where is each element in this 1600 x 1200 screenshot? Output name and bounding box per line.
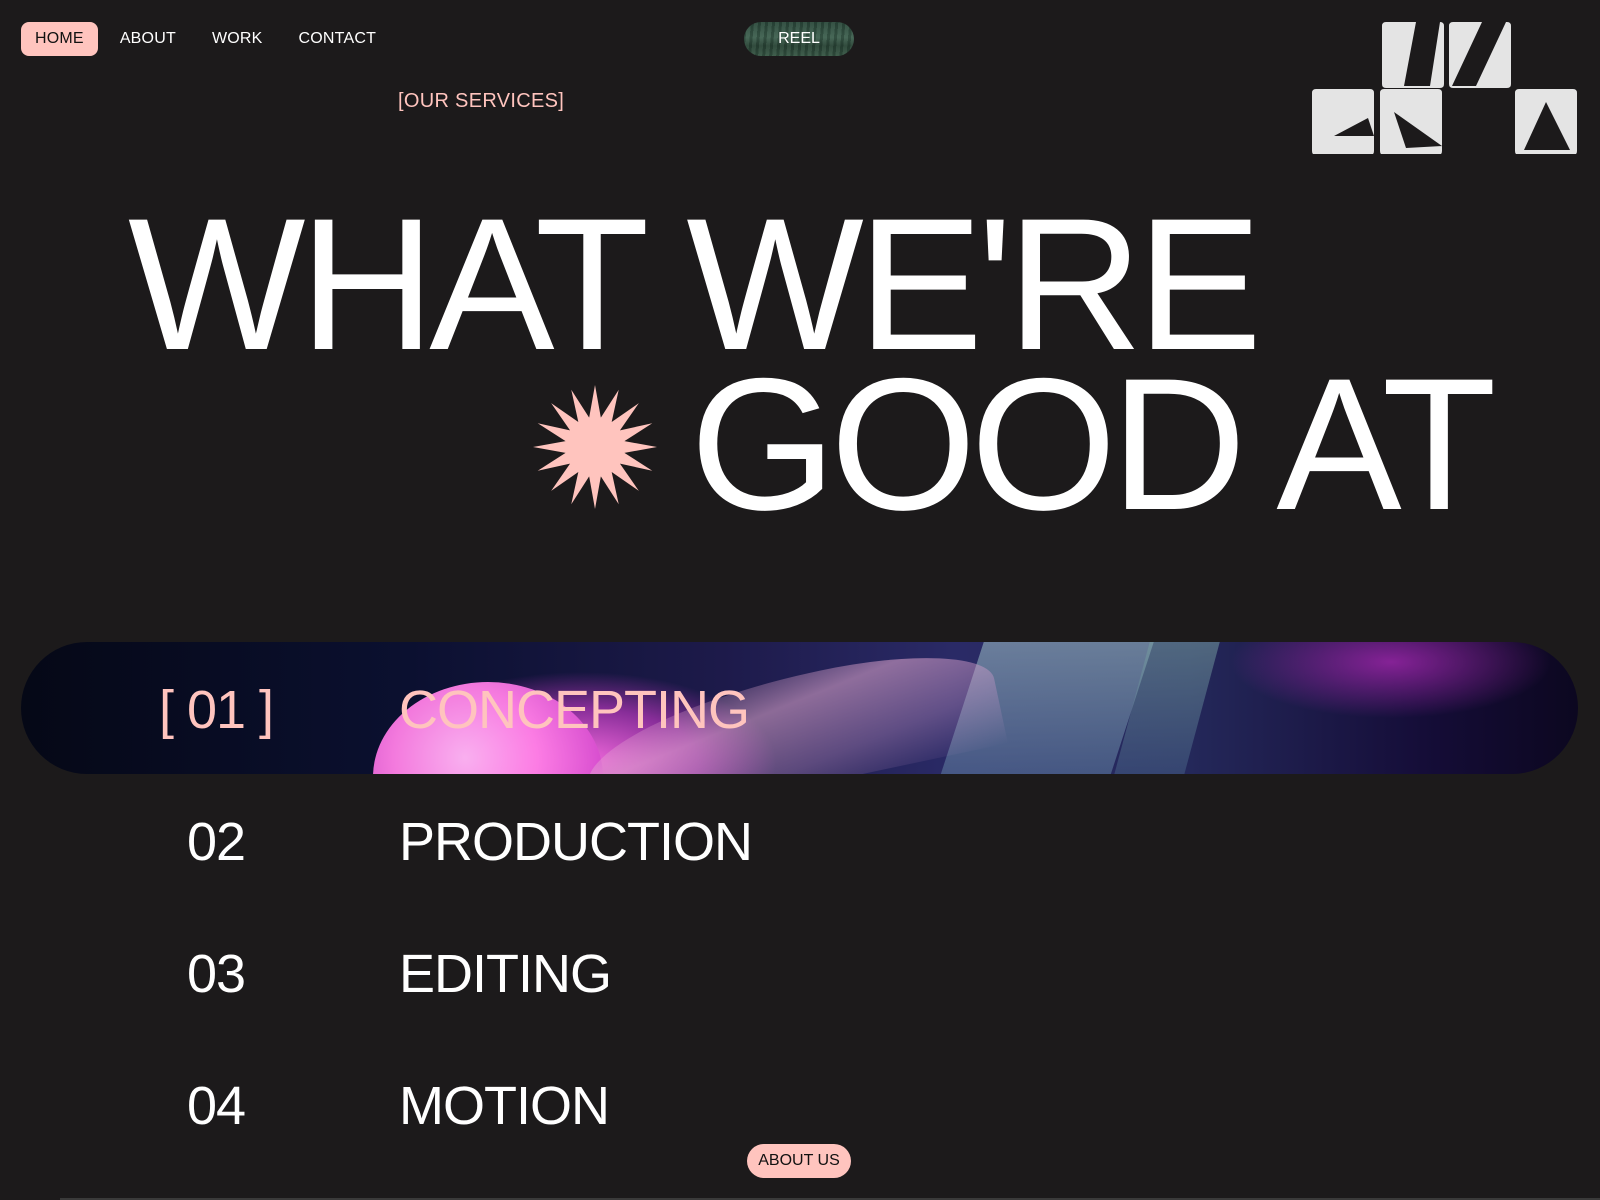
- service-row-production[interactable]: 02 PRODUCTION: [21, 774, 1578, 906]
- service-title: EDITING: [399, 944, 612, 1004]
- main-nav: HOME ABOUT WORK CONTACT: [21, 22, 394, 56]
- service-number: 03: [186, 944, 246, 1004]
- reel-button[interactable]: REEL: [744, 22, 854, 56]
- service-row-concepting[interactable]: [ 01 ] CONCEPTING: [21, 642, 1578, 774]
- reel-label: REEL: [778, 30, 820, 47]
- service-title: CONCEPTING: [399, 680, 750, 740]
- service-number: [ 01 ]: [158, 680, 274, 740]
- nav-contact[interactable]: CONTACT: [285, 22, 391, 56]
- nav-about[interactable]: ABOUT: [106, 22, 190, 56]
- service-number: 04: [186, 1076, 246, 1136]
- service-title: PRODUCTION: [399, 812, 753, 872]
- service-row-editing[interactable]: 03 EDITING: [21, 906, 1578, 1038]
- service-number: 02: [186, 812, 246, 872]
- brand-logo-icon[interactable]: [1312, 22, 1578, 154]
- nav-home[interactable]: HOME: [21, 22, 98, 56]
- nav-work[interactable]: WORK: [198, 22, 277, 56]
- services-page: HOME ABOUT WORK CONTACT REEL [OUR SERVIC…: [0, 0, 1600, 1200]
- about-us-button[interactable]: ABOUT US: [747, 1144, 851, 1178]
- headline-line-2: GOOD AT: [690, 339, 1497, 549]
- section-eyebrow: [OUR SERVICES]: [398, 90, 565, 112]
- starburst-icon: [533, 385, 657, 509]
- service-title: MOTION: [399, 1076, 610, 1136]
